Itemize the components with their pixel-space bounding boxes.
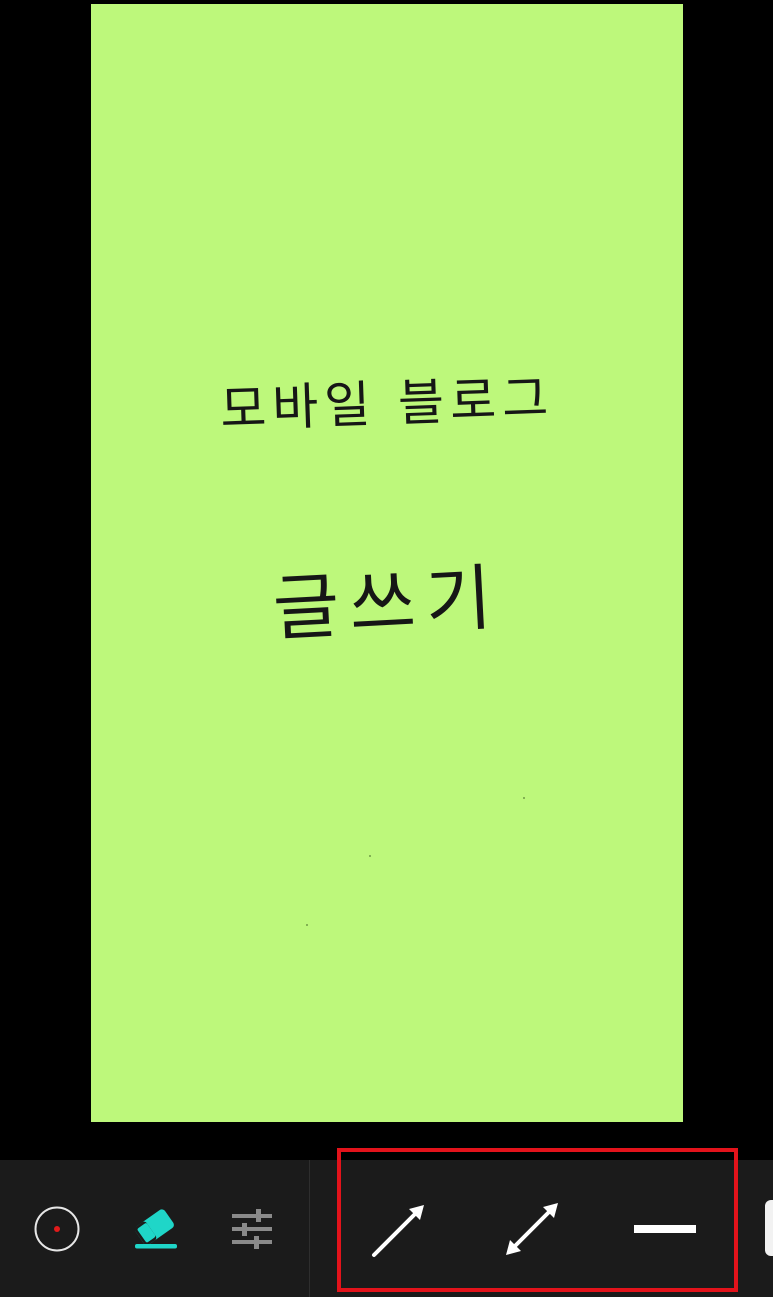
drawing-canvas-area: 모바일 블로그 글쓰기: [0, 0, 773, 1160]
pen-color-button[interactable]: [27, 1160, 87, 1297]
handwritten-text-line1: 모바일 블로그: [219, 369, 556, 439]
eraser-button[interactable]: [122, 1160, 188, 1297]
paper-speck: [306, 924, 308, 926]
settings-sliders-icon: [232, 1208, 272, 1249]
double-arrow-icon: [506, 1202, 558, 1255]
toolbar-divider: [309, 1160, 310, 1297]
paper-speck: [523, 797, 525, 799]
single-arrow-button[interactable]: [360, 1160, 436, 1297]
edge-panel-handle[interactable]: [765, 1200, 773, 1256]
pen-color-icon: [34, 1206, 80, 1251]
single-arrow-icon: [372, 1204, 424, 1257]
paper-speck: [369, 855, 371, 857]
double-arrow-button[interactable]: [494, 1160, 570, 1297]
straight-line-button[interactable]: [628, 1160, 702, 1297]
drawing-paper[interactable]: 모바일 블로그 글쓰기: [91, 4, 683, 1122]
straight-line-icon: [634, 1224, 696, 1233]
handwritten-text-line2: 글쓰기: [270, 555, 504, 651]
settings-button[interactable]: [226, 1160, 278, 1297]
eraser-icon: [134, 1208, 177, 1248]
